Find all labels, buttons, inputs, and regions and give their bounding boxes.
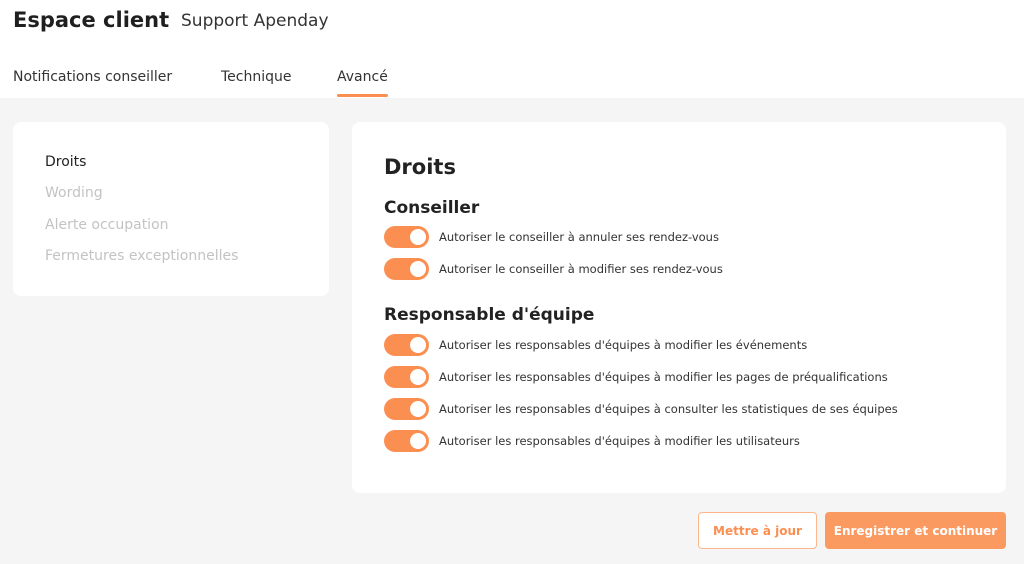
settings-sidebar: Droits Wording Alerte occupation Fermetu…: [13, 122, 329, 296]
update-button[interactable]: Mettre à jour: [698, 512, 817, 549]
tab-avance[interactable]: Avancé: [337, 69, 388, 97]
sidebar-item-wording[interactable]: Wording: [45, 185, 103, 201]
sidebar-item-alerte-occupation[interactable]: Alerte occupation: [45, 217, 169, 233]
section-title-conseiller: Conseiller: [384, 198, 480, 218]
toggle-knob: [410, 401, 426, 417]
toggle-row-conseiller-annuler: Autoriser le conseiller à annuler ses re…: [384, 226, 719, 248]
toggle-row-resp-statistiques: Autoriser les responsables d'équipes à c…: [384, 398, 898, 420]
sidebar-item-droits[interactable]: Droits: [45, 154, 86, 170]
toggle-row-resp-evenements: Autoriser les responsables d'équipes à m…: [384, 334, 807, 356]
sidebar-item-fermetures-exceptionnelles[interactable]: Fermetures exceptionnelles: [45, 248, 238, 264]
page-title: Droits: [384, 155, 456, 179]
app-subtitle: Support Apenday: [181, 11, 329, 31]
toggle-switch[interactable]: [384, 398, 429, 420]
toggle-label: Autoriser les responsables d'équipes à m…: [439, 370, 888, 384]
toggle-knob: [410, 229, 426, 245]
toggle-knob: [410, 337, 426, 353]
toggle-label: Autoriser les responsables d'équipes à m…: [439, 434, 800, 448]
section-title-responsable: Responsable d'équipe: [384, 305, 595, 325]
tab-notifications-conseiller[interactable]: Notifications conseiller: [13, 69, 172, 85]
toggle-switch[interactable]: [384, 258, 429, 280]
toggle-label: Autoriser le conseiller à modifier ses r…: [439, 262, 723, 276]
save-continue-button[interactable]: Enregistrer et continuer: [825, 512, 1006, 549]
toggle-switch[interactable]: [384, 334, 429, 356]
toggle-label: Autoriser les responsables d'équipes à m…: [439, 338, 808, 352]
toggle-knob: [410, 261, 426, 277]
toggle-switch[interactable]: [384, 366, 429, 388]
toggle-knob: [410, 369, 426, 385]
app-title: Espace client: [13, 8, 170, 32]
rights-panel: Droits Conseiller Autoriser le conseille…: [352, 122, 1006, 493]
top-header: Espace client Support Apenday Notificati…: [0, 0, 1024, 98]
toggle-knob: [410, 433, 426, 449]
toggle-row-resp-prequalifications: Autoriser les responsables d'équipes à m…: [384, 366, 888, 388]
toggle-label: Autoriser le conseiller à annuler ses re…: [439, 230, 719, 244]
toggle-row-resp-utilisateurs: Autoriser les responsables d'équipes à m…: [384, 430, 800, 452]
tab-technique[interactable]: Technique: [221, 69, 292, 85]
toggle-row-conseiller-modifier: Autoriser le conseiller à modifier ses r…: [384, 258, 723, 280]
toggle-switch[interactable]: [384, 430, 429, 452]
toggle-label: Autoriser les responsables d'équipes à c…: [439, 402, 898, 416]
toggle-switch[interactable]: [384, 226, 429, 248]
